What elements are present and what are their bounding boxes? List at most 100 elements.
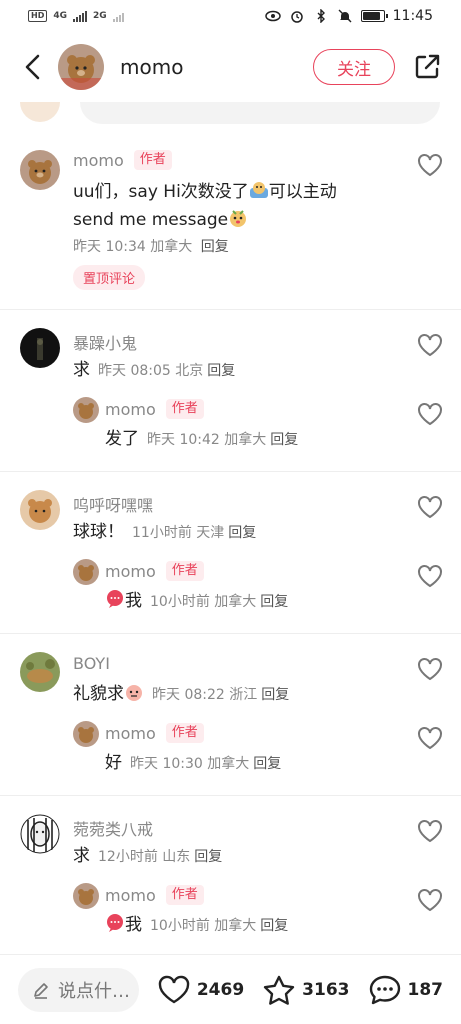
comment-text: 求昨天 08:05 北京 回复 [73,356,235,385]
reply-button[interactable]: 回复 [194,849,222,865]
author-name: 暴躁小鬼 [73,334,138,353]
status-bar-right: 11:45 [264,8,433,24]
avatar[interactable] [20,814,60,854]
like-heart-icon[interactable] [416,152,444,178]
signal-icon-2 [112,10,124,22]
reply-button[interactable]: 回复 [207,363,235,379]
avatar[interactable] [20,490,60,530]
comment-count: 187 [407,979,444,1000]
reply-time-location: 10小时前 加拿大 [150,594,257,610]
reply-button[interactable]: 回复 [270,432,298,448]
header-username[interactable]: momo [120,55,313,79]
comment-item: 呜呼呀嘿嘿 球球！ 11小时前 天津 回复 momo 作者 我 10小时前 加拿大 回复 [0,472,461,634]
author-tag: 作者 [133,150,172,170]
chevron-left-icon [25,54,40,80]
heart-icon [158,975,190,1003]
comment-text-body: 求 [73,846,90,866]
comment-text-body: 礼貌求 [73,684,124,704]
author-name: momo [105,723,156,743]
comment-author[interactable]: BOYI [73,654,110,673]
back-button[interactable] [18,52,48,82]
author-name: momo [105,885,156,905]
like-stat[interactable]: 2469 [157,975,244,1005]
like-heart-icon[interactable] [416,401,444,427]
comment-text-line1-after: 可以主动 [268,182,337,202]
header-avatar[interactable] [58,44,104,90]
follow-button[interactable]: 关注 [313,49,395,85]
reply-button[interactable]: 回复 [228,525,256,541]
network-label-2g: 2G [93,11,107,21]
author-name: 呜呼呀嘿嘿 [73,496,154,515]
comment-stat[interactable]: 187 [368,974,444,1006]
comment-author[interactable]: 暴躁小鬼 [73,330,137,354]
reply-avatar[interactable] [73,721,99,747]
comment-time-location: 11小时前 天津 [132,525,225,541]
reply-button[interactable]: 回复 [260,918,288,934]
reply-author[interactable]: momo 作者 [105,561,204,581]
partial-input[interactable] [80,102,440,124]
comment-text-body: 球球！ [73,522,124,542]
reply-avatar[interactable] [73,883,99,909]
comment-input[interactable]: 说点什… [18,967,139,1012]
like-heart-icon[interactable] [416,494,444,520]
like-heart-icon[interactable] [416,656,444,682]
like-heart-icon[interactable] [416,818,444,844]
reply-button[interactable]: 回复 [201,239,229,255]
comment-text-line1: uu们，say Hi次数没了 [73,182,249,202]
like-count: 2469 [196,979,245,1000]
comment-time-location: 昨天 08:22 浙江 [152,687,258,703]
comment-author[interactable]: 呜呼呀嘿嘿 [73,492,153,516]
comment-author[interactable]: 菀菀类八戒 [73,816,153,840]
reply-author[interactable]: momo 作者 [105,723,204,743]
author-name: momo [105,399,156,419]
like-heart-icon[interactable] [416,563,444,589]
like-heart-icon[interactable] [416,332,444,358]
partial-avatar [20,102,60,122]
collect-stat[interactable]: 3163 [262,974,350,1006]
header: momo 关注 [0,32,461,102]
comment-meta: 昨天 10:34 加拿大 回复 [73,236,229,256]
reply-button[interactable]: 回复 [261,687,289,703]
comment-bubble-icon [369,975,400,1004]
comment-time-location: 昨天 10:34 加拿大 [73,239,193,255]
avatar[interactable] [20,150,60,190]
reply-text: 发了 昨天 10:42 加拿大 回复 [105,425,298,454]
author-tag: 作者 [165,885,204,905]
pencil-icon [34,982,48,999]
status-bar-left: HD 4G 2G [28,10,124,22]
reply-text: 好昨天 10:30 加拿大 回复 [105,749,281,778]
reply-avatar[interactable] [73,397,99,423]
speech-bubble-emoji-icon [107,590,123,608]
author-tag: 作者 [165,723,204,743]
comment-text: 球球！ 11小时前 天津 回复 [73,518,256,547]
speech-bubble-emoji-icon [107,914,123,932]
signal-icon [73,10,87,22]
emoji-icon [249,182,268,198]
pinned-comment-badge: 置顶评论 [73,265,146,290]
reply-author[interactable]: momo 作者 [105,885,204,905]
comment-text: 礼貌求 昨天 08:22 浙江 回复 [73,680,289,709]
reply-avatar[interactable] [73,559,99,585]
comment-text: 求 12小时前 山东 回复 [73,842,222,871]
comment-time-location: 12小时前 山东 [98,849,191,865]
comment-item: momo 作者 uu们，say Hi次数没了 可以主动 send me messa… [0,130,461,310]
comment-text: uu们，say Hi次数没了 可以主动 send me message [73,178,393,234]
comment-item: 菀菀类八戒 求 12小时前 山东 回复 momo 作者 我 10小时前 加拿大 回复 [0,796,461,960]
share-icon [415,54,440,79]
status-time: 11:45 [392,8,433,24]
like-heart-icon[interactable] [416,725,444,751]
comment-item: BOYI 礼貌求 昨天 08:22 浙江 回复 momo 作者 好昨天 10:30 … [0,634,461,796]
author-name: momo [73,150,124,170]
comment-item: 暴躁小鬼 求昨天 08:05 北京 回复 momo 作者 发了 昨天 10:42 加… [0,310,461,472]
avatar[interactable] [20,652,60,692]
avatar[interactable] [20,328,60,368]
reply-button[interactable]: 回复 [260,594,288,610]
comment-list: momo 作者 uu们，say Hi次数没了 可以主动 send me messa… [0,130,461,960]
partial-comment-input-row [0,102,461,124]
comment-author[interactable]: momo 作者 [73,150,172,170]
reply-author[interactable]: momo 作者 [105,399,204,419]
like-heart-icon[interactable] [416,887,444,913]
hd-badge: HD [28,10,48,22]
share-button[interactable] [411,51,443,83]
reply-button[interactable]: 回复 [253,756,281,772]
